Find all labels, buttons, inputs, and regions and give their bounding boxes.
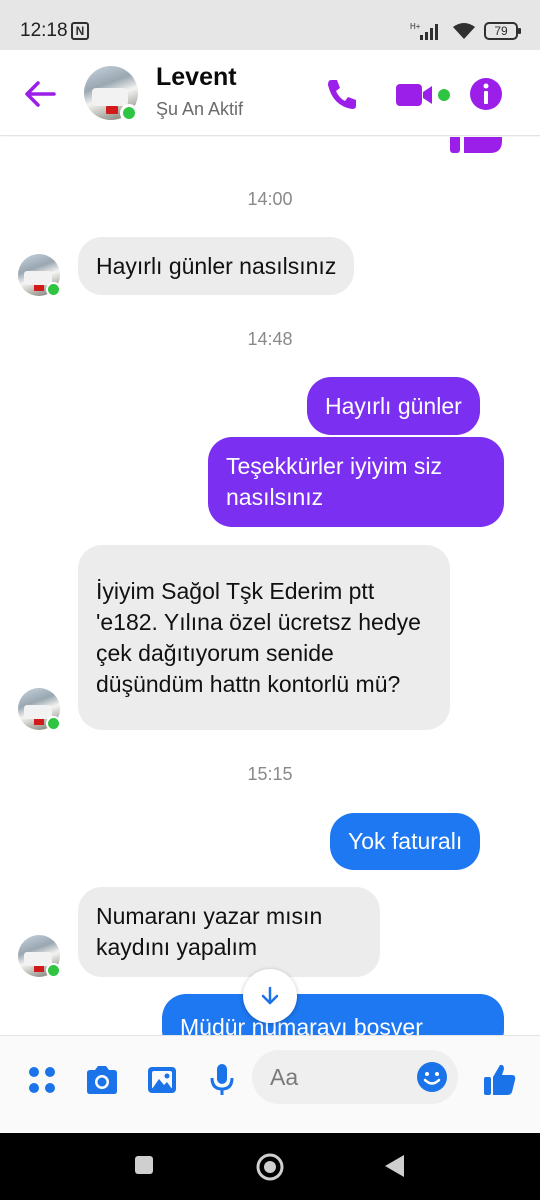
outgoing-message[interactable]: Teşekkürler iyiyim siz nasılsınız xyxy=(208,437,504,527)
incoming-message[interactable]: Numaranı yazar mısın kaydını yapalım xyxy=(78,887,380,977)
chat-header: Levent Şu An Aktif xyxy=(0,50,540,136)
message-input[interactable]: Aa xyxy=(252,1050,458,1104)
phone-call-icon[interactable] xyxy=(324,76,360,112)
incoming-message[interactable]: İyiyim Sağol Tşk Ederim ptt 'e182. Yılın… xyxy=(78,545,450,730)
message-timestamp: 14:48 xyxy=(247,329,293,349)
online-indicator xyxy=(46,963,61,978)
online-indicator xyxy=(46,282,61,297)
thumbs-up-sticker-icon xyxy=(450,137,502,153)
thumbs-up-icon[interactable] xyxy=(480,1060,520,1100)
battery-icon: 79 xyxy=(484,22,521,40)
menu-dots-icon[interactable] xyxy=(22,1060,62,1100)
outgoing-message[interactable]: Yok faturalı xyxy=(330,813,481,870)
system-navigation-bar xyxy=(0,1133,540,1200)
message-composer: Aa xyxy=(0,1035,540,1133)
message-timestamp: 15:15 xyxy=(247,764,293,784)
home-button[interactable] xyxy=(256,1153,284,1181)
recent-apps-button[interactable] xyxy=(132,1153,160,1181)
message-list[interactable]: 14:00 Hayırlı günler nasılsınız 14:48 Ha… xyxy=(0,137,540,1035)
message-input-placeholder: Aa xyxy=(270,1064,299,1090)
back-arrow-icon[interactable] xyxy=(20,74,60,114)
emoji-icon[interactable] xyxy=(416,1061,448,1093)
message-timestamp: 14:00 xyxy=(247,189,293,209)
microphone-icon[interactable] xyxy=(202,1060,242,1100)
arrow-down-icon xyxy=(261,986,279,1005)
outgoing-message[interactable]: Hayırlı günler xyxy=(307,377,480,435)
contact-status: Şu An Aktif xyxy=(156,99,244,119)
outgoing-message[interactable]: Müdür numarayı boşver xyxy=(162,994,504,1035)
status-icons: H+ 79 xyxy=(410,21,521,41)
camera-icon[interactable] xyxy=(82,1060,122,1100)
incoming-message[interactable]: Hayırlı günler nasılsınız xyxy=(78,237,355,295)
contact-name[interactable]: Levent xyxy=(156,63,237,92)
online-indicator xyxy=(120,104,138,122)
scroll-to-bottom-button[interactable] xyxy=(243,969,297,1023)
back-button[interactable] xyxy=(382,1153,410,1181)
network-type-label: H+ xyxy=(410,22,421,31)
status-bar: 12:18 N H+ 79 xyxy=(0,0,540,50)
gallery-icon[interactable] xyxy=(142,1060,182,1100)
wifi-icon xyxy=(453,23,475,39)
online-indicator xyxy=(46,716,61,731)
video-call-icon[interactable] xyxy=(394,76,454,112)
signal-icon: H+ xyxy=(410,22,438,40)
status-time: 12:18 xyxy=(20,20,68,41)
info-icon[interactable] xyxy=(468,76,504,112)
n-notification-icon: N xyxy=(71,22,89,40)
